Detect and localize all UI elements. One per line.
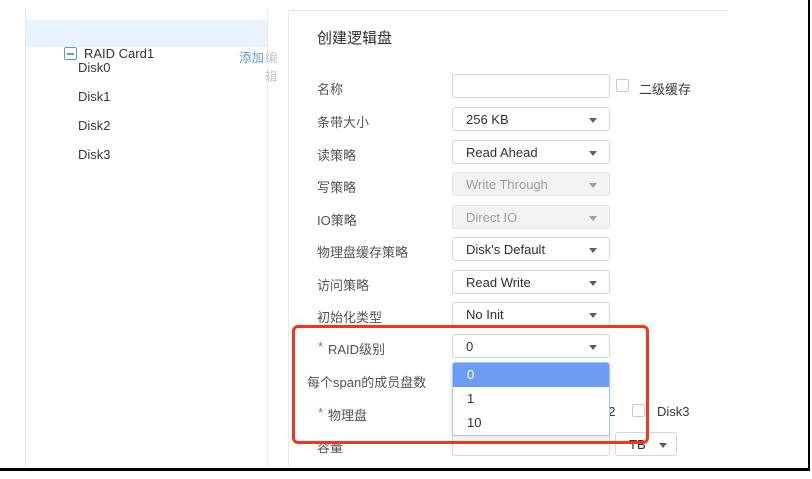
read-policy-value: Read Ahead: [466, 145, 538, 160]
name-input[interactable]: [452, 74, 610, 98]
caret-down-icon: [589, 118, 597, 123]
stripe-size-select[interactable]: 256 KB: [452, 107, 610, 131]
name-label: 名称: [317, 79, 343, 98]
init-type-label: 初始化类型: [317, 307, 382, 326]
io-policy-value: Direct IO: [466, 210, 517, 225]
raid-level-dropdown-panel: 0 1 10: [452, 362, 610, 436]
caret-down-icon: [589, 281, 597, 286]
disk-cache-policy-label: 物理盘缓存策略: [317, 242, 408, 261]
caret-down-icon: [589, 151, 597, 156]
dropdown-option-1[interactable]: 1: [453, 387, 609, 411]
secondary-cache-label: 二级缓存: [639, 79, 691, 98]
access-policy-label: 访问策略: [317, 275, 369, 294]
write-policy-select: Write Through: [452, 172, 610, 196]
required-asterisk: *: [318, 405, 323, 420]
caret-down-icon: [589, 345, 597, 350]
caret-down-icon: [589, 183, 597, 188]
read-policy-select[interactable]: Read Ahead: [452, 140, 610, 164]
disk3-checkbox[interactable]: [632, 404, 645, 417]
caret-down-icon: [589, 248, 597, 253]
access-policy-select[interactable]: Read Write: [452, 270, 610, 294]
sidebar-item-disk3[interactable]: Disk3: [78, 147, 111, 162]
write-policy-value: Write Through: [466, 177, 548, 192]
access-policy-value: Read Write: [466, 275, 531, 290]
page-title: 创建逻辑盘: [317, 27, 392, 48]
disk-cache-policy-select[interactable]: Disk's Default: [452, 237, 610, 261]
span-members-label: 每个span的成员盘数: [307, 372, 426, 391]
stripe-size-label: 条带大小: [317, 112, 369, 131]
sidebar-item-disk2[interactable]: Disk2: [78, 118, 111, 133]
raid-level-select[interactable]: 0: [452, 334, 610, 358]
secondary-cache-checkbox[interactable]: [616, 79, 629, 92]
caret-down-icon: [589, 313, 597, 318]
disk3-checkbox-label: Disk3: [657, 404, 690, 419]
caret-down-icon: [589, 216, 597, 221]
add-link[interactable]: 添加: [239, 47, 264, 66]
raid-level-value: 0: [466, 339, 473, 354]
disk-cache-policy-value: Disk's Default: [466, 242, 545, 257]
page-right-border: [808, 0, 810, 471]
capacity-unit-select[interactable]: TB: [615, 432, 677, 456]
page-bottom-border: [0, 468, 810, 471]
dropdown-option-10[interactable]: 10: [453, 411, 609, 435]
raid-card-label: RAID Card1: [84, 46, 154, 61]
edit-link[interactable]: 编辑: [265, 47, 278, 85]
caret-down-icon: [659, 443, 667, 448]
io-policy-label: IO策略: [317, 210, 357, 229]
capacity-label: 容量: [317, 437, 343, 456]
read-policy-label: 读策略: [317, 145, 356, 164]
sidebar-item-disk0[interactable]: Disk0: [78, 60, 111, 75]
init-type-select[interactable]: No Init: [452, 302, 610, 326]
io-policy-select: Direct IO: [452, 205, 610, 229]
init-type-value: No Init: [466, 307, 504, 322]
sidebar-item-raid-card[interactable]: RAID Card1 添加 编辑: [26, 20, 267, 47]
capacity-unit-value: TB: [629, 437, 646, 452]
physical-disks-label: 物理盘: [328, 405, 367, 424]
sidebar-item-disk1[interactable]: Disk1: [78, 89, 111, 104]
main-panel-top-border: [288, 10, 728, 11]
minus-square-icon[interactable]: [64, 47, 77, 60]
main-panel-left-border: [288, 10, 289, 468]
required-asterisk: *: [318, 339, 323, 354]
write-policy-label: 写策略: [317, 177, 356, 196]
raid-level-label: RAID级别: [328, 339, 385, 358]
stripe-size-value: 256 KB: [466, 112, 509, 127]
dropdown-option-0[interactable]: 0: [453, 363, 609, 387]
sidebar-left-border: [25, 8, 26, 468]
